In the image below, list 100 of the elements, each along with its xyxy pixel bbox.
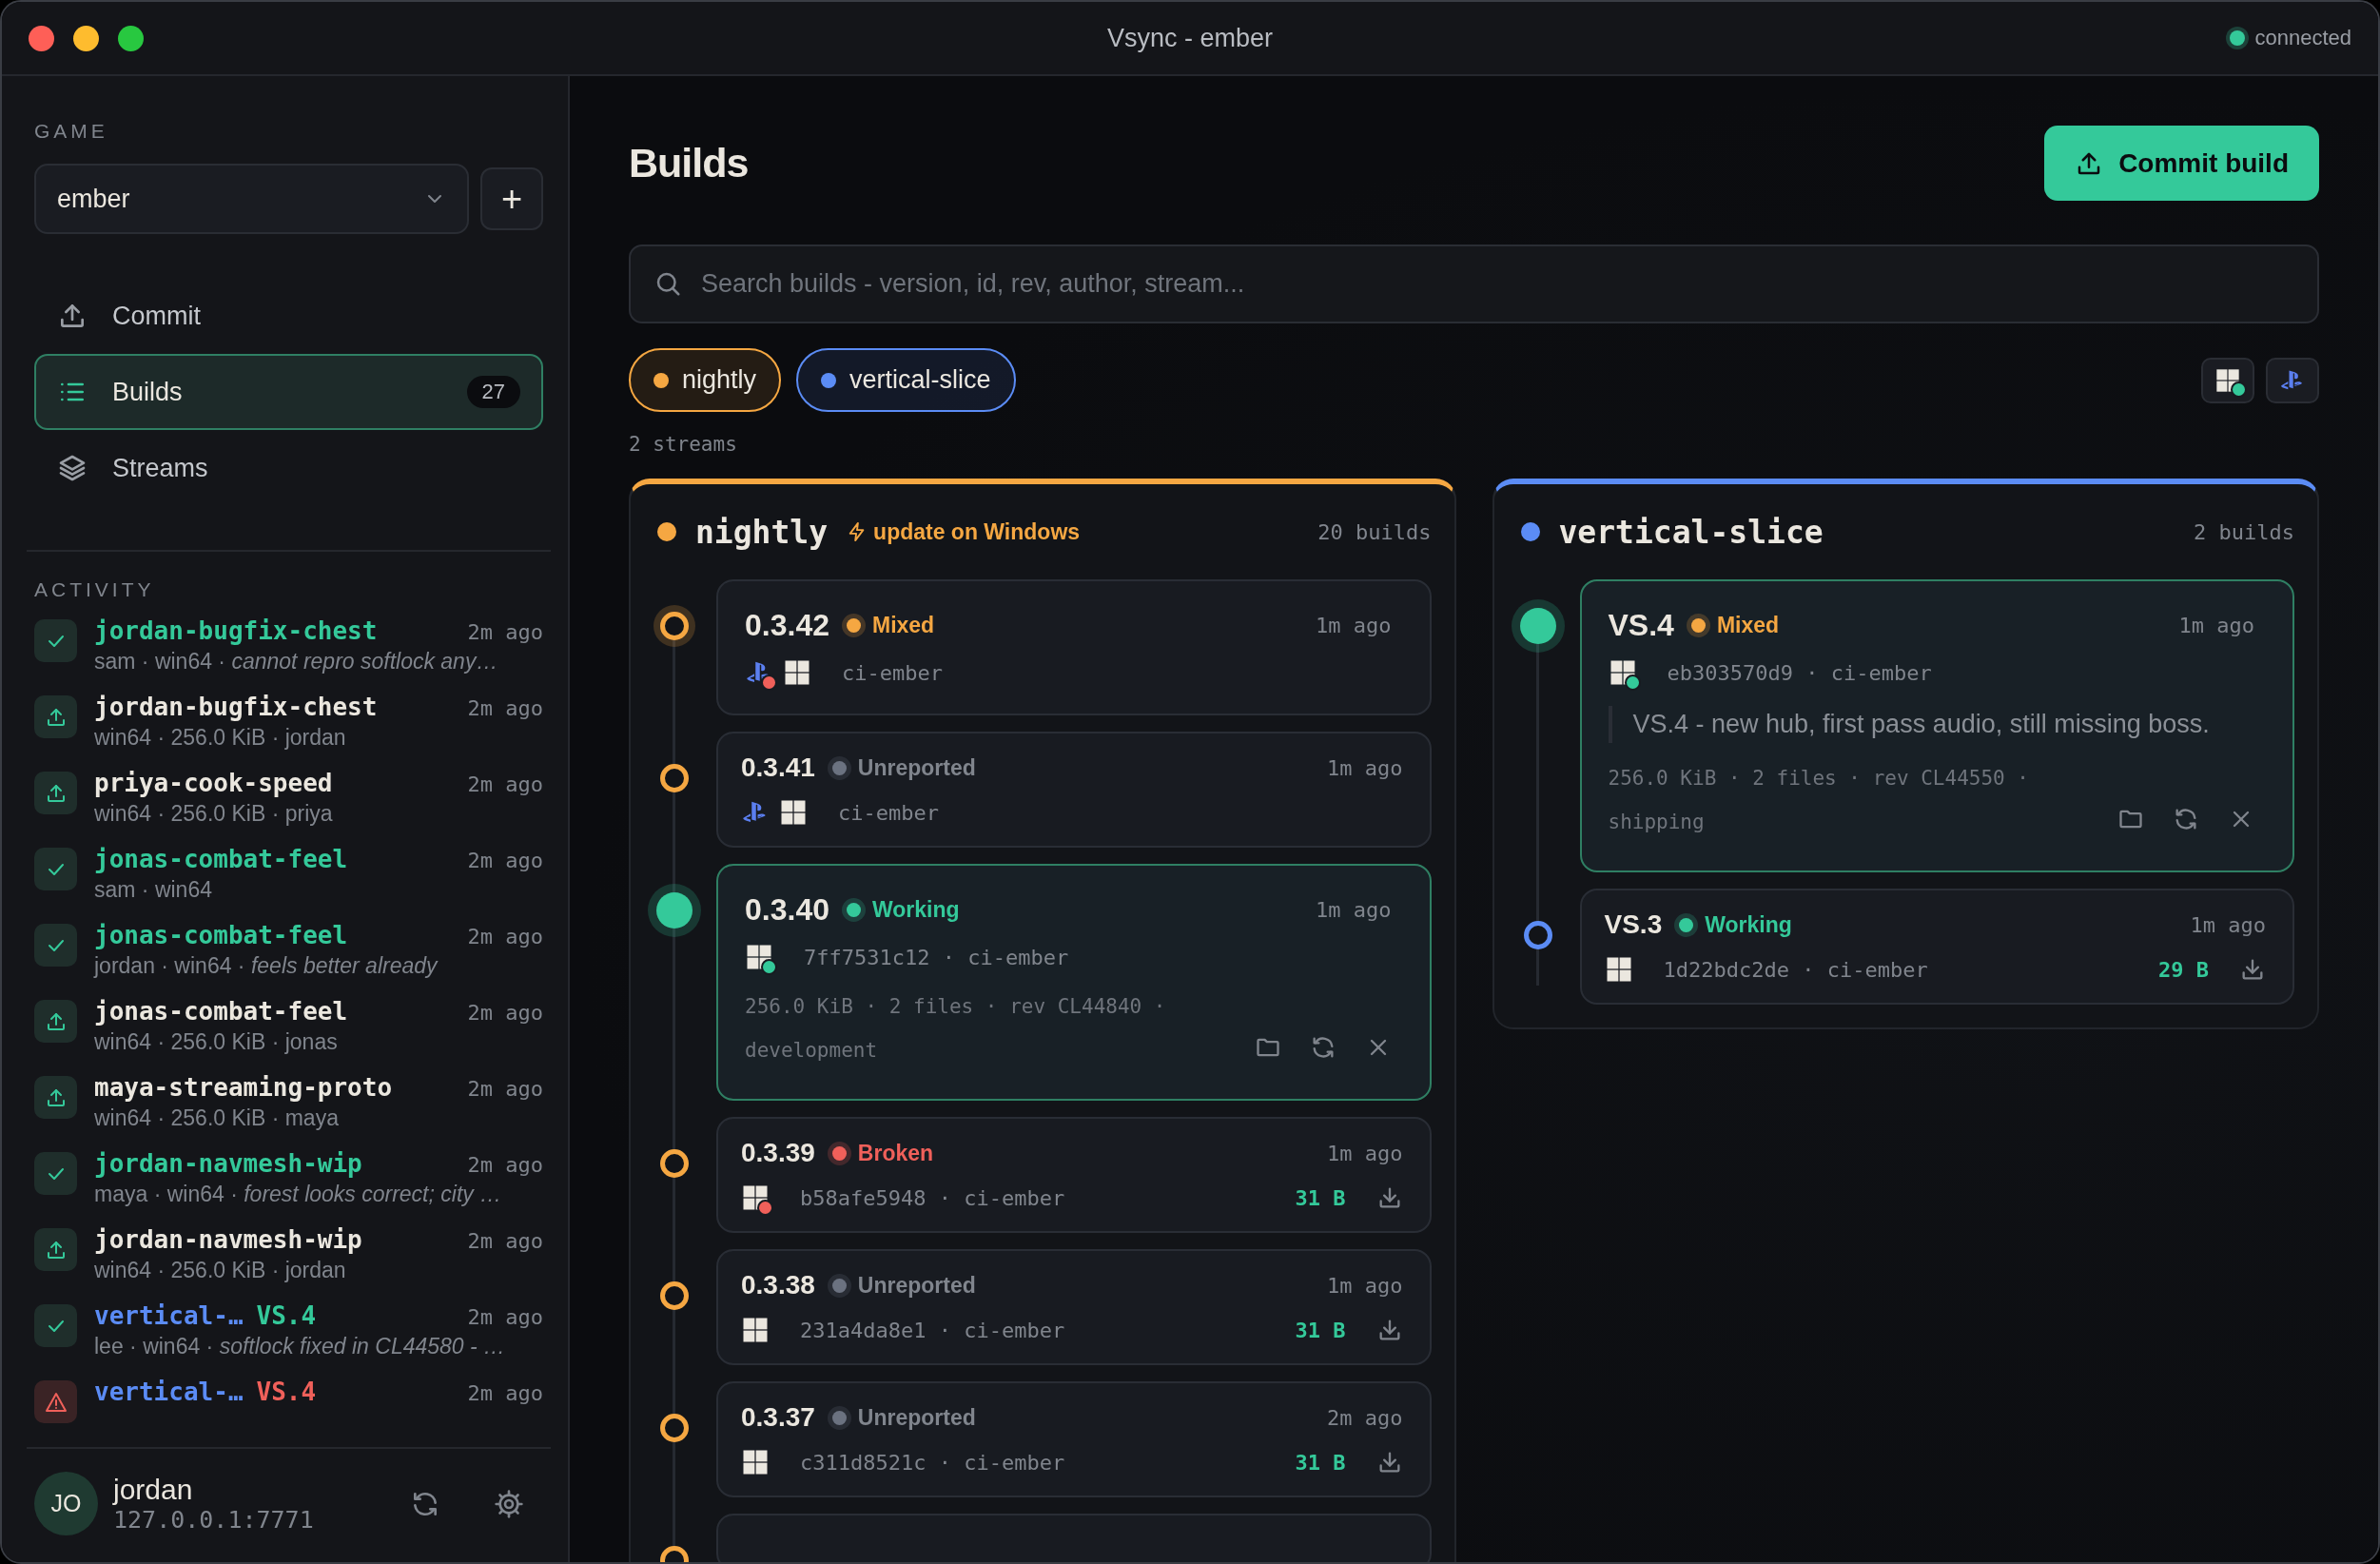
build-version: 0.3.41 bbox=[741, 753, 815, 783]
time-label: 2m ago bbox=[467, 925, 543, 948]
activity-meta: sam · win64 · cannot repro softlock any… bbox=[94, 649, 499, 674]
build-size: 31 B bbox=[1295, 1450, 1346, 1475]
section-label: GAME bbox=[34, 120, 109, 143]
time-label: 1m ago bbox=[1327, 1273, 1403, 1298]
four-squares-icon bbox=[741, 1316, 770, 1344]
time-label: 2m ago bbox=[467, 1077, 543, 1101]
branch-name: maya-streaming-proto bbox=[94, 1073, 393, 1102]
build-size: 31 B bbox=[1295, 1318, 1346, 1342]
time-label: 2m ago bbox=[467, 1001, 543, 1025]
activity-meta: win64 · 256.0 KiB · jordan bbox=[94, 1258, 347, 1283]
build-meta: ci-ember bbox=[842, 660, 943, 685]
branch-name: jordan-navmesh-wip bbox=[94, 1149, 362, 1178]
commit-build-button[interactable]: Commit build bbox=[2044, 126, 2319, 201]
nav-item[interactable]: Streams bbox=[34, 430, 543, 506]
activity-meta: win64 · 256.0 KiB · maya bbox=[94, 1105, 340, 1131]
time-label: 2m ago bbox=[1327, 1405, 1403, 1430]
build-card[interactable]: 0.3.42 Mixed 1m ago ci-ember bbox=[716, 579, 1432, 715]
nav-item[interactable]: Commit bbox=[34, 278, 543, 354]
time-label: 2m ago bbox=[467, 1305, 543, 1329]
window-title: Vsync - ember bbox=[1106, 23, 1274, 53]
build-card[interactable]: 0.3.40 Working 1m ago 7ff7531c12 · ci-ember 256.0 KiB · 2 files · rev CL44840 · development bbox=[716, 864, 1432, 1101]
build-version: 0.3.39 bbox=[741, 1138, 815, 1168]
time-label: 1m ago bbox=[1327, 755, 1403, 780]
version-label: VS.4 bbox=[256, 1301, 317, 1330]
time-label: 2m ago bbox=[467, 849, 543, 872]
build-card[interactable]: 0.3.37 Unreported 2m ago c311d8521c · ci-ember 31 B bbox=[716, 1381, 1432, 1497]
game-select[interactable]: ember bbox=[34, 164, 469, 234]
build-status: Unreported bbox=[857, 1404, 976, 1431]
update-note: update on Windows bbox=[873, 518, 1081, 545]
build-version: 0.3.37 bbox=[741, 1402, 815, 1433]
build-meta: 7ff7531c12 · ci-ember bbox=[804, 945, 1069, 969]
user-name: jordan bbox=[113, 1474, 194, 1506]
build-card[interactable]: 0.3.39 Broken 1m ago b58afe5948 · ci-ember 31 B bbox=[716, 1117, 1432, 1233]
build-meta: b58afe5948 · ci-ember bbox=[800, 1185, 1065, 1210]
time-label: 1m ago bbox=[2178, 614, 2254, 637]
build-note: VS.4 - new hub, first pass audio, still missing boss. bbox=[1608, 706, 2254, 743]
time-label: 2m ago bbox=[467, 696, 543, 720]
activity-meta: sam · win64 bbox=[94, 877, 213, 903]
zoom-window-button[interactable] bbox=[118, 25, 144, 51]
build-version: VS.4 bbox=[1608, 608, 1674, 643]
stream-name: nightly bbox=[695, 513, 829, 551]
stream-name: vertical-slice bbox=[1558, 513, 1824, 551]
search-field[interactable]: Search builds - version, id, rev, author, stream... bbox=[629, 244, 2319, 323]
activity-meta: win64 · 256.0 KiB · jordan bbox=[94, 725, 347, 751]
branch-name: jonas-combat-feel bbox=[94, 997, 348, 1026]
branch-name: vertical-… bbox=[94, 1301, 244, 1330]
stream-count: 2 streams bbox=[629, 433, 738, 456]
time-label: 1m ago bbox=[1327, 1141, 1403, 1165]
stream-filter-chip[interactable]: nightly bbox=[629, 348, 782, 412]
build-card[interactable]: 0.3.38 Unreported 1m ago 231a4da8e1 · ci-ember 31 B bbox=[716, 1249, 1432, 1365]
nav-item[interactable]: Builds 27 bbox=[34, 354, 543, 430]
page-title: Builds bbox=[629, 140, 749, 186]
build-status: Unreported bbox=[857, 1272, 976, 1299]
build-card[interactable]: VS.4 Mixed 1m ago eb303570d9 · ci-ember VS.4 - new hub, first pass audio, still missing boss. 256.0 KiB · 2 files · rev CL44550 · shipping bbox=[1579, 579, 2294, 872]
four-squares-icon bbox=[2214, 366, 2241, 394]
build-card[interactable]: 0.3.41 Unreported 1m ago ci-ember bbox=[716, 732, 1432, 848]
branch-name: jordan-navmesh-wip bbox=[94, 1225, 362, 1254]
minimize-window-button[interactable] bbox=[73, 25, 99, 51]
build-version: VS.3 bbox=[1604, 909, 1663, 940]
time-label: 2m ago bbox=[467, 1381, 543, 1405]
build-card[interactable]: VS.3 Working 1m ago 1d22bdc2de · ci-ember 29 B bbox=[1579, 889, 2294, 1005]
build-status: Mixed bbox=[871, 613, 935, 638]
build-details: 256.0 KiB · 2 files · rev CL44550 · shipping bbox=[1608, 766, 2030, 835]
activity-meta: jordan · win64 · feels better already bbox=[94, 953, 439, 979]
build-meta: 231a4da8e1 · ci-ember bbox=[800, 1318, 1065, 1342]
time-label: 1m ago bbox=[1316, 898, 1392, 922]
platform-toggle[interactable] bbox=[2266, 357, 2319, 403]
build-status: Mixed bbox=[1716, 613, 1780, 638]
build-details: 256.0 KiB · 2 files · rev CL44840 · development bbox=[745, 994, 1167, 1064]
time-label: 2m ago bbox=[467, 772, 543, 796]
connection-status: connected bbox=[2254, 26, 2351, 50]
activity-meta: maya · win64 · forest looks correct; city … bbox=[94, 1182, 503, 1207]
four-squares-icon bbox=[741, 1448, 770, 1476]
stream-filter-chip[interactable]: vertical-slice bbox=[796, 348, 1016, 412]
activity-meta: win64 · 256.0 KiB · jonas bbox=[94, 1029, 339, 1055]
build-version: 0.3.40 bbox=[745, 892, 829, 928]
version-label: VS.4 bbox=[256, 1378, 317, 1406]
branch-name: jonas-combat-feel bbox=[94, 845, 348, 873]
platform-toggle[interactable] bbox=[2201, 357, 2254, 403]
branch-name: jonas-combat-feel bbox=[94, 921, 348, 949]
time-label: 1m ago bbox=[1316, 614, 1392, 637]
close-window-button[interactable] bbox=[29, 25, 54, 51]
layers-icon bbox=[57, 453, 88, 483]
time-label: 1m ago bbox=[2190, 912, 2266, 937]
settings-icon[interactable] bbox=[494, 1488, 524, 1519]
add-button[interactable]: + bbox=[480, 167, 543, 230]
build-status: Broken bbox=[857, 1140, 934, 1166]
build-size: 31 B bbox=[1295, 1185, 1346, 1210]
server-address: 127.0.0.1:7771 bbox=[113, 1506, 315, 1534]
build-status: Working bbox=[871, 897, 960, 923]
build-meta: eb303570d9 · ci-ember bbox=[1667, 660, 1932, 685]
build-version: 0.3.42 bbox=[745, 608, 829, 643]
four-squares-icon bbox=[783, 658, 811, 687]
branch-name: jordan-bugfix-chest bbox=[94, 616, 378, 645]
time-label: 2m ago bbox=[467, 1153, 543, 1177]
build-status: Unreported bbox=[857, 754, 976, 781]
build-version: 0.3.38 bbox=[741, 1270, 815, 1300]
branch-name: jordan-bugfix-chest bbox=[94, 693, 378, 721]
